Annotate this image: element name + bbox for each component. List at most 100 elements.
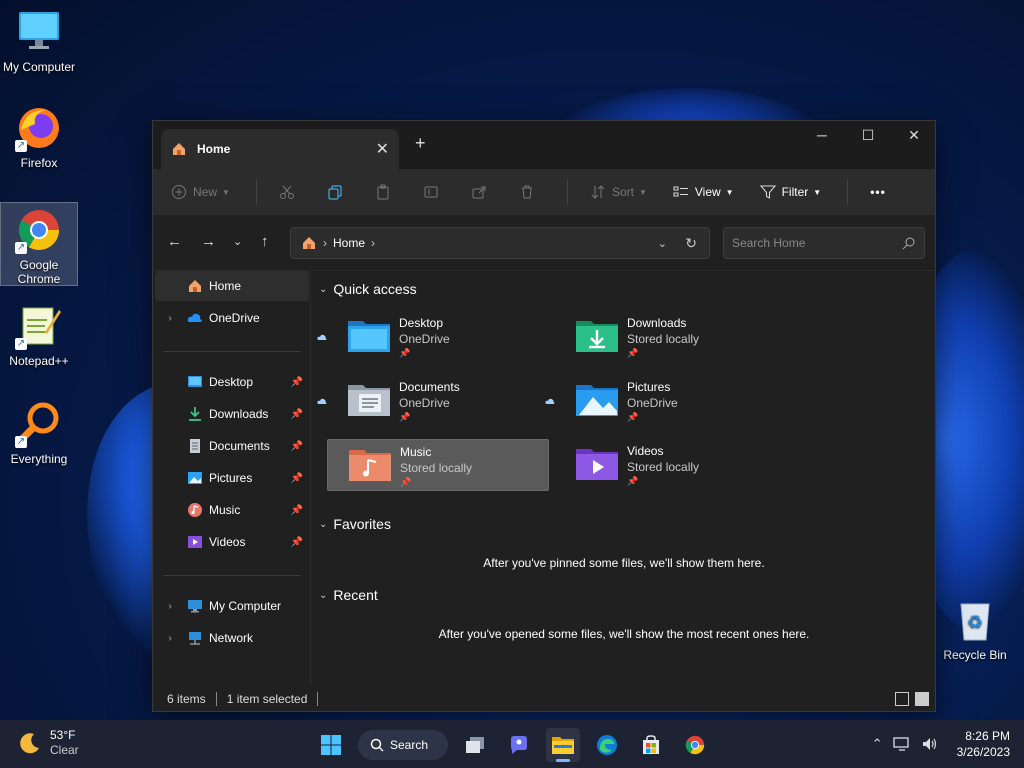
weather-widget[interactable]: 53°F Clear	[18, 728, 79, 758]
desktop-folder-icon	[348, 321, 390, 352]
back-button[interactable]: ←	[167, 233, 182, 250]
tile-location: OneDrive	[399, 332, 450, 346]
explorer-body: Home › OneDrive Desktop 📌 Downloads 📌 Do…	[153, 271, 935, 687]
expand-chevron-icon[interactable]: ›	[163, 601, 177, 612]
sidebar-item-downloads[interactable]: Downloads 📌	[155, 399, 309, 429]
network-status-icon[interactable]	[892, 736, 911, 752]
sidebar-item-label: Network	[209, 631, 254, 645]
volume-icon[interactable]	[921, 736, 939, 752]
pin-icon: 📌	[627, 412, 639, 422]
desktop-icon-recycle-bin[interactable]: ♻ Recycle Bin	[936, 596, 1014, 662]
onedrive-cloud-icon	[545, 398, 555, 404]
tab-home[interactable]: Home ✕	[161, 129, 399, 169]
shortcut-arrow-icon: ↗	[15, 140, 27, 152]
more-options-icon: •••	[870, 185, 886, 199]
desktop-icon-my-computer[interactable]: My Computer	[0, 8, 78, 74]
sidebar-item-music[interactable]: Music 📌	[155, 495, 309, 525]
recent-locations-button[interactable]: ⌄	[233, 235, 242, 248]
pin-icon: 📌	[290, 376, 303, 388]
forward-button[interactable]: →	[201, 233, 216, 250]
music-icon	[188, 503, 202, 517]
sidebar-item-pictures[interactable]: Pictures 📌	[155, 463, 309, 493]
recent-header[interactable]: ⌄ Recent	[319, 587, 378, 603]
sidebar-item-documents[interactable]: Documents 📌	[155, 431, 309, 461]
tiles-view-icon[interactable]	[915, 692, 929, 706]
search-input[interactable]	[732, 236, 902, 250]
show-hidden-icons-button[interactable]: ⌃	[872, 736, 883, 752]
task-view-button[interactable]	[458, 728, 492, 762]
sidebar-item-label: Desktop	[209, 375, 254, 389]
pin-icon: 📌	[290, 472, 303, 484]
tab-close-button[interactable]: ✕	[376, 139, 389, 159]
sidebar-item-home[interactable]: Home	[155, 271, 309, 301]
quick-access-tile-videos[interactable]: Videos Stored locally 📌	[555, 439, 777, 491]
view-button[interactable]: View ▼	[673, 184, 734, 200]
breadcrumb-home[interactable]: Home	[333, 236, 365, 250]
content-pane: ⌄ Quick access Desktop OneDrive 📌 Downlo…	[313, 271, 935, 687]
search-box[interactable]	[723, 227, 925, 259]
sidebar-divider	[163, 351, 301, 352]
sidebar-item-network[interactable]: › Network	[155, 623, 309, 653]
minimize-button[interactable]: ─	[799, 127, 845, 143]
maximize-button[interactable]: ☐	[845, 127, 891, 144]
expand-chevron-icon[interactable]: ›	[163, 633, 177, 644]
expand-chevron-icon[interactable]: ›	[163, 313, 177, 324]
breadcrumb-separator-icon[interactable]: ›	[371, 236, 375, 250]
copy-button[interactable]	[327, 184, 349, 200]
sidebar-item-label: Documents	[209, 439, 270, 453]
quick-access-tile-desktop[interactable]: Desktop OneDrive 📌	[317, 311, 549, 363]
desktop-icon-notepadpp[interactable]: ↗ Notepad++	[0, 302, 78, 368]
sidebar-item-label: Videos	[209, 535, 246, 549]
shortcut-arrow-icon: ↗	[15, 242, 27, 254]
up-button[interactable]: ↑	[261, 233, 269, 250]
taskbar-search-button[interactable]: Search	[358, 730, 448, 760]
edge-icon	[597, 735, 617, 755]
sort-button[interactable]: Sort ▼	[590, 184, 647, 200]
more-options-button[interactable]: •••	[870, 185, 886, 199]
close-button[interactable]: ✕	[891, 127, 937, 144]
file-explorer-taskbar-button[interactable]	[546, 728, 580, 762]
address-bar[interactable]: › Home › ⌄ ↻	[290, 227, 710, 259]
store-button[interactable]	[634, 728, 668, 762]
scissors-icon	[279, 185, 294, 199]
quick-access-tile-documents[interactable]: Documents OneDrive 📌	[317, 375, 549, 427]
clock-time: 8:26 PM	[965, 729, 1010, 743]
tile-location: Stored locally	[627, 332, 700, 346]
quick-access-tile-pictures[interactable]: Pictures OneDrive 📌	[545, 375, 777, 427]
paste-button[interactable]	[375, 184, 397, 200]
sidebar-item-onedrive[interactable]: › OneDrive	[155, 303, 309, 333]
quick-access-tile-downloads[interactable]: Downloads Stored locally 📌	[555, 311, 777, 363]
sidebar-item-label: Music	[209, 503, 241, 517]
address-dropdown-button[interactable]: ⌄	[658, 237, 667, 250]
new-button[interactable]: New ▼	[171, 184, 230, 200]
sidebar-item-videos[interactable]: Videos 📌	[155, 527, 309, 557]
quick-access-header[interactable]: ⌄ Quick access	[319, 281, 417, 297]
chat-button[interactable]	[502, 728, 536, 762]
sidebar-item-desktop[interactable]: Desktop 📌	[155, 367, 309, 397]
delete-button[interactable]	[519, 184, 541, 200]
desktop-icon-google-chrome[interactable]: ↗ Google Chrome	[0, 202, 78, 286]
desktop-icon-label: Recycle Bin	[943, 648, 1007, 662]
quick-access-tile-music[interactable]: Music Stored locally 📌	[327, 439, 549, 491]
favorites-header[interactable]: ⌄ Favorites	[319, 516, 391, 532]
sidebar-item-my-computer[interactable]: › My Computer	[155, 591, 309, 621]
edge-button[interactable]	[590, 728, 624, 762]
clock-date: 3/26/2023	[956, 745, 1010, 759]
chrome-taskbar-button[interactable]	[678, 728, 712, 762]
details-view-icon[interactable]	[895, 692, 909, 706]
shortcut-arrow-icon: ↗	[15, 436, 27, 448]
start-button[interactable]	[314, 728, 348, 762]
filter-button[interactable]: Filter ▼	[759, 184, 821, 200]
rename-button[interactable]	[423, 184, 445, 200]
new-tab-button[interactable]: +	[415, 133, 426, 154]
sidebar-item-label: OneDrive	[209, 311, 260, 325]
desktop-icon-everything[interactable]: ↗ Everything	[0, 400, 78, 466]
notepadpp-icon: ↗	[15, 302, 63, 350]
share-button[interactable]	[471, 184, 493, 200]
desktop-icon-label: Notepad++	[9, 354, 69, 368]
copy-icon	[328, 185, 342, 200]
cut-button[interactable]	[279, 184, 301, 200]
clock[interactable]: 8:26 PM 3/26/2023	[957, 728, 1010, 760]
desktop-icon-firefox[interactable]: ↗ Firefox	[0, 104, 78, 170]
refresh-button[interactable]: ↻	[685, 235, 697, 252]
